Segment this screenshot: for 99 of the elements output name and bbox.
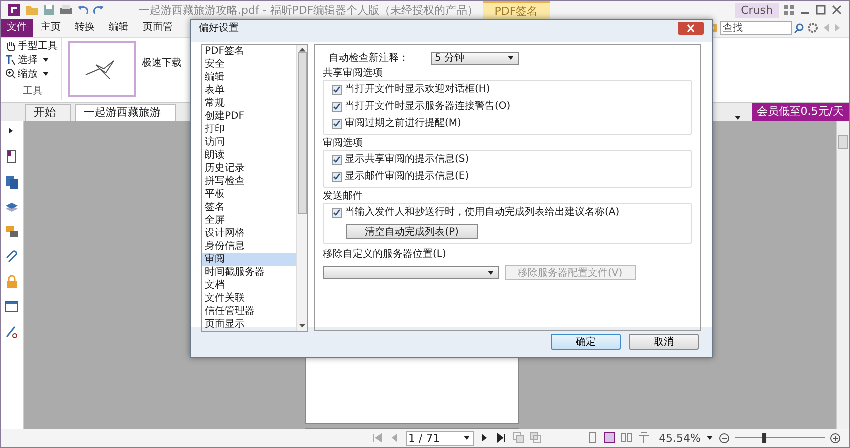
window-title: 一起游西藏旅游攻略.pdf - 福昕PDF编辑器个人版（未经授权的产品） [139, 2, 479, 18]
checkbox[interactable] [332, 155, 342, 165]
single-page-icon[interactable] [587, 432, 600, 444]
search-icon [794, 22, 805, 34]
slider-thumb[interactable] [762, 433, 767, 443]
category-item[interactable]: 文档 [202, 279, 296, 292]
scrollbar[interactable] [296, 45, 307, 331]
cancel-button[interactable]: 取消 [629, 334, 699, 350]
field-label: 自动检查新注释： [329, 52, 409, 65]
category-item[interactable]: 文件关联 [202, 292, 296, 305]
server-dropdown[interactable] [323, 266, 499, 279]
last-page-icon[interactable] [496, 432, 508, 444]
checkbox[interactable] [332, 85, 342, 95]
category-item[interactable]: 历史记录 [202, 162, 296, 175]
category-item[interactable]: 朗读 [202, 149, 296, 162]
ribbon-tab[interactable]: 转换 [69, 19, 101, 37]
category-item[interactable]: 时间戳服务器 [202, 266, 296, 279]
tool-button[interactable]: 缩放 [5, 67, 50, 81]
close-icon[interactable] [678, 22, 704, 34]
scroll-down-icon[interactable] [298, 324, 306, 329]
facing-pages-icon[interactable] [621, 432, 634, 444]
close-icon[interactable] [831, 4, 843, 16]
category-item[interactable]: 全屏 [202, 214, 296, 227]
zoom-level[interactable]: 45.54% [659, 432, 702, 444]
settings-icon[interactable] [807, 22, 819, 34]
field-label: 移除自定义的服务器位置(L) [323, 249, 448, 261]
checkbox-label: 当打开文件时显示服务器连接警告(O) [345, 101, 511, 113]
tool-button[interactable]: 手型工具 [5, 39, 58, 53]
checkbox-label: 审阅过期之前进行提醒(M) [345, 118, 462, 130]
category-item[interactable]: 平板 [202, 188, 296, 201]
category-item[interactable]: 拼写检查 [202, 175, 296, 188]
category-item[interactable]: 表单 [202, 84, 296, 97]
ribbon-tab[interactable]: 主页 [35, 19, 67, 37]
interval-dropdown[interactable]: 5 分钟 [431, 52, 519, 64]
pages-icon[interactable] [5, 175, 19, 189]
checkbox[interactable] [332, 172, 342, 182]
document-tab[interactable]: 一起游西藏旅游 [75, 104, 176, 121]
layers-icon[interactable] [5, 200, 19, 214]
maximize-icon[interactable] [815, 4, 827, 16]
group-caption: 工具 [23, 85, 43, 99]
page-icon[interactable] [5, 150, 19, 164]
checkbox[interactable] [332, 208, 342, 218]
checkbox-label: 显示共享审阅的提示信息(S) [345, 154, 470, 166]
hand-icon [5, 40, 16, 52]
button[interactable]: 清空自动完成列表(P) [346, 224, 478, 239]
category-item[interactable]: 身份信息 [202, 240, 296, 253]
ok-button[interactable]: 确定 [551, 334, 621, 350]
window-icon[interactable] [5, 300, 19, 314]
continuous-page-icon[interactable] [604, 432, 616, 444]
document-tab[interactable]: 开始 [25, 104, 71, 121]
checkbox-label: 当输入发件人和抄送行时，使用自动完成列表给出建议名称(A) [345, 207, 620, 219]
user-name[interactable]: Crush [735, 2, 779, 18]
group-title: 审阅选项 [323, 138, 364, 150]
category-item[interactable]: 信任管理器 [202, 305, 296, 318]
category-item[interactable]: 常规 [202, 97, 296, 110]
ribbon-tab[interactable]: 文件 [1, 19, 33, 37]
category-item[interactable]: 签名 [202, 201, 296, 214]
group-title: 共享审阅选项 [323, 68, 384, 80]
tool-button[interactable]: 选择 [5, 53, 50, 67]
text-cursor-icon [5, 54, 16, 66]
signature-thumbnail[interactable] [68, 41, 136, 97]
category-item[interactable]: 审阅 [202, 253, 296, 266]
zoom-icon [5, 68, 16, 80]
caret-icon [462, 435, 471, 441]
category-item[interactable]: 安全 [202, 58, 296, 71]
caret-icon [507, 55, 515, 61]
category-item[interactable]: 页面显示 [202, 318, 296, 331]
redo-icon[interactable] [93, 4, 105, 16]
category-item[interactable]: 编辑 [202, 71, 296, 84]
checkbox-label: 当打开文件时显示欢迎对话框(H) [345, 84, 490, 96]
checkbox-label: 显示邮件审阅的提示信息(E) [345, 171, 470, 183]
paperclip-icon[interactable] [5, 250, 19, 264]
category-item[interactable]: 设计网格 [202, 227, 296, 240]
app-logo-icon[interactable] [7, 3, 21, 17]
scrollbar[interactable] [836, 121, 849, 429]
split-pages-icon[interactable] [638, 432, 650, 444]
checkbox[interactable] [332, 119, 342, 129]
category-item[interactable]: 打印 [202, 123, 296, 136]
category-item[interactable]: PDF签名 [202, 45, 296, 58]
grid-icon[interactable] [783, 4, 795, 16]
zoom-out-icon[interactable] [719, 432, 730, 444]
checkbox[interactable] [332, 102, 342, 112]
ribbon-tab[interactable]: 编辑 [103, 19, 135, 37]
search-field[interactable]: 查找 [720, 21, 792, 35]
undo-icon[interactable] [77, 4, 89, 16]
zoom-in-icon[interactable] [830, 432, 842, 444]
page-number-field[interactable]: 1 / 71 [406, 430, 474, 446]
signature-text: 极速下载 [142, 56, 182, 70]
category-item[interactable]: 访问 [202, 136, 296, 149]
promo-banner[interactable]: 会员低至0.5元/天 [752, 103, 849, 121]
print-icon[interactable] [59, 4, 73, 16]
comments-icon[interactable] [5, 225, 19, 239]
category-item[interactable]: 创建PDF [202, 110, 296, 123]
ribbon-tab[interactable]: 页面管 [137, 19, 179, 37]
caret-icon[interactable] [706, 435, 714, 441]
caret-icon [487, 270, 495, 276]
group-title: 发送邮件 [323, 191, 364, 203]
zoom-slider[interactable] [735, 432, 826, 444]
dialog-title: 偏好设置 [199, 22, 239, 35]
